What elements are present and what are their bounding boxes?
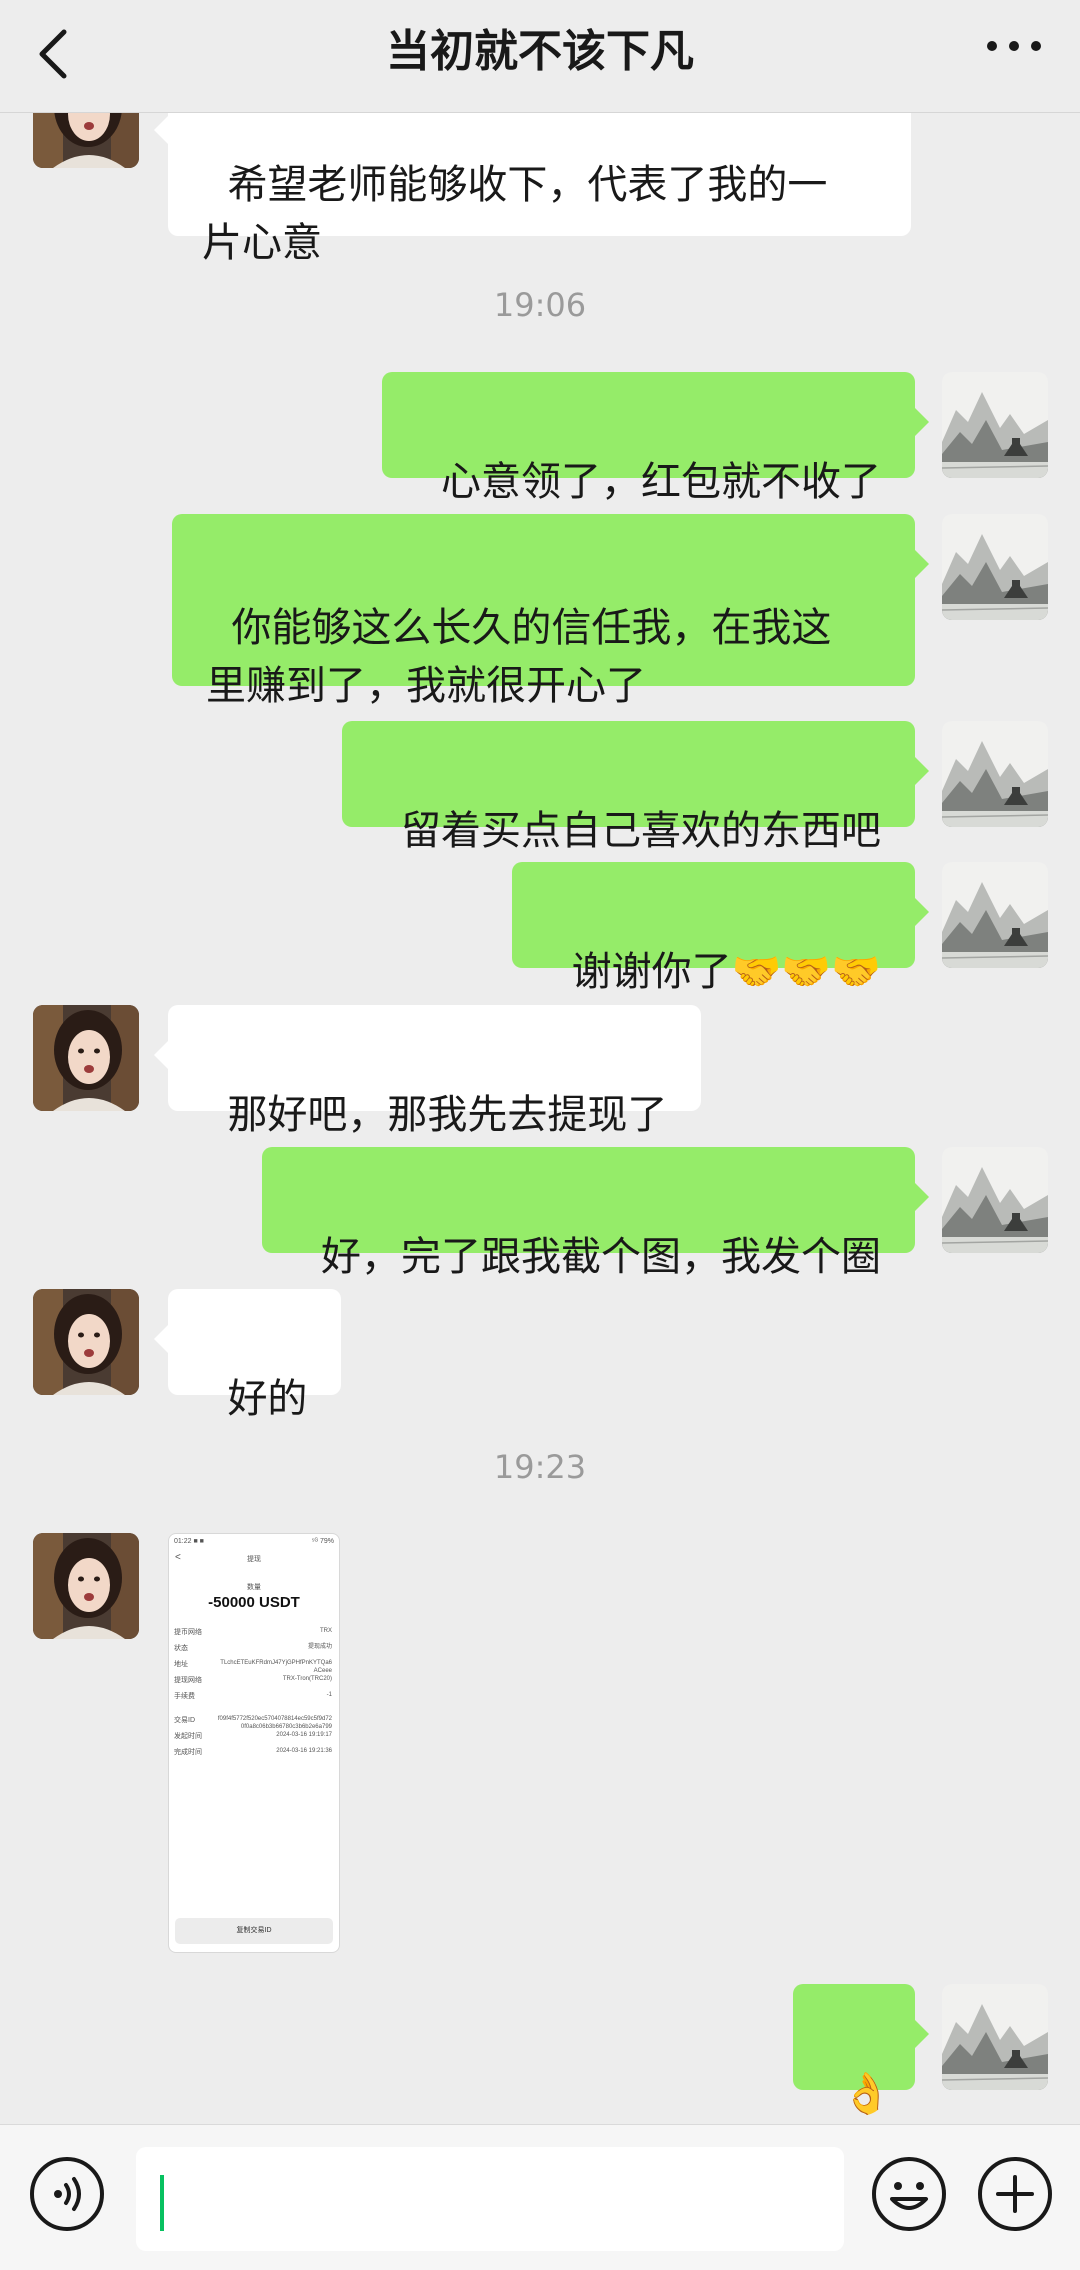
voice-input-icon[interactable] — [28, 2155, 106, 2233]
detail-label: 提现网络 — [174, 1677, 202, 1684]
message-text: 好，完了跟我截个图，我发个圈 — [321, 1234, 881, 1280]
plus-icon[interactable] — [976, 2155, 1054, 2233]
message-text: 那好吧，那我先去提现了 — [227, 1092, 668, 1138]
more-options-icon[interactable] — [984, 38, 1044, 54]
emoji-icon[interactable] — [870, 2155, 948, 2233]
screenshot-image-message[interactable]: 01:22 ■ ■ ⁵ᴳ 79% < 提现 数量 -50000 USDT 提币网… — [168, 1533, 340, 1953]
timestamp: 19:06 — [493, 286, 587, 324]
chat-input-bar — [0, 2124, 1080, 2270]
amount-value: -50000 USDT — [208, 1594, 300, 1611]
my-avatar[interactable] — [942, 1147, 1048, 1253]
withdraw-title: 提现 — [247, 1556, 261, 1563]
status-bar-time: 01:22 ■ ■ — [174, 1538, 204, 1545]
status-bar-battery: ⁵ᴳ 79% — [311, 1538, 334, 1545]
detail-value: 2024-03-16 19:21:36 — [276, 1748, 332, 1754]
detail-label: 地址 — [174, 1661, 188, 1668]
my-avatar[interactable] — [942, 1984, 1048, 2090]
message-bubble-outgoing[interactable]: 好，完了跟我截个图，我发个圈 — [261, 1147, 930, 1280]
detail-label: 状态 — [174, 1645, 188, 1652]
message-input[interactable] — [136, 2147, 844, 2251]
message-text: 希望老师能够收下，代表了我的一 片心意 — [202, 162, 828, 266]
detail-label: 交易ID — [174, 1717, 195, 1724]
detail-value: TRX-Tron(TRC20) — [282, 1676, 332, 1682]
message-bubble-outgoing[interactable]: 你能够这么长久的信任我，在我这 里赚到了，我就很开心了 — [172, 514, 929, 709]
message-text: 心意领了，红包就不收了 — [441, 459, 881, 505]
detail-value: TLchcETEuKFRdmJ47YjGPHfPnKYTQa6ACeee — [220, 1660, 332, 1674]
detail-value: TRX — [320, 1628, 332, 1634]
ok-hand-emoji: 👌 — [841, 2071, 892, 2117]
detail-value: f09f4f5772f520ec5704078814ec59c5f9d720f0… — [217, 1716, 332, 1730]
copy-txid-button: 复制交易ID — [175, 1918, 333, 1944]
message-bubble-incoming[interactable]: 好的 — [153, 1289, 342, 1422]
contact-avatar[interactable] — [33, 1289, 139, 1395]
message-bubble-outgoing[interactable]: 谢谢你了🤝🤝🤝 — [512, 862, 929, 995]
detail-label: 发起时间 — [174, 1733, 202, 1740]
amount-label: 数量 — [247, 1584, 261, 1591]
my-avatar[interactable] — [942, 721, 1048, 827]
detail-label: 提币网络 — [174, 1629, 202, 1636]
handshake-emoji: 🤝🤝🤝 — [731, 949, 881, 995]
detail-value: -1 — [326, 1692, 332, 1698]
message-text: 留着买点自己喜欢的东西吧 — [401, 808, 881, 854]
message-text: 你能够这么长久的信任我，在我这 里赚到了，我就很开心了 — [206, 605, 832, 709]
message-bubble-incoming[interactable]: 那好吧，那我先去提现了 — [153, 1005, 702, 1138]
text-cursor — [160, 2175, 164, 2231]
my-avatar[interactable] — [942, 514, 1048, 620]
my-avatar[interactable] — [942, 862, 1048, 968]
detail-label: 手续费 — [174, 1693, 195, 1700]
chat-header: 当初就不该下凡 — [0, 0, 1080, 113]
message-bubble-outgoing[interactable]: 留着买点自己喜欢的东西吧 — [341, 721, 930, 854]
message-text: 谢谢你了 — [571, 949, 732, 995]
message-text: 好的 — [227, 1376, 308, 1422]
timestamp: 19:23 — [493, 1448, 587, 1486]
chat-title: 当初就不该下凡 — [386, 26, 694, 77]
detail-value: 2024-03-16 19:19:17 — [276, 1732, 332, 1738]
message-bubble-outgoing[interactable]: 心意领了，红包就不收了 — [381, 372, 930, 505]
my-avatar[interactable] — [942, 372, 1048, 478]
detail-label: 完成时间 — [174, 1749, 202, 1756]
message-bubble-outgoing[interactable]: 👌 — [793, 1984, 929, 2117]
contact-avatar[interactable] — [33, 1533, 139, 1639]
detail-value: 提现成功 — [307, 1644, 332, 1650]
contact-avatar[interactable] — [33, 1005, 139, 1111]
